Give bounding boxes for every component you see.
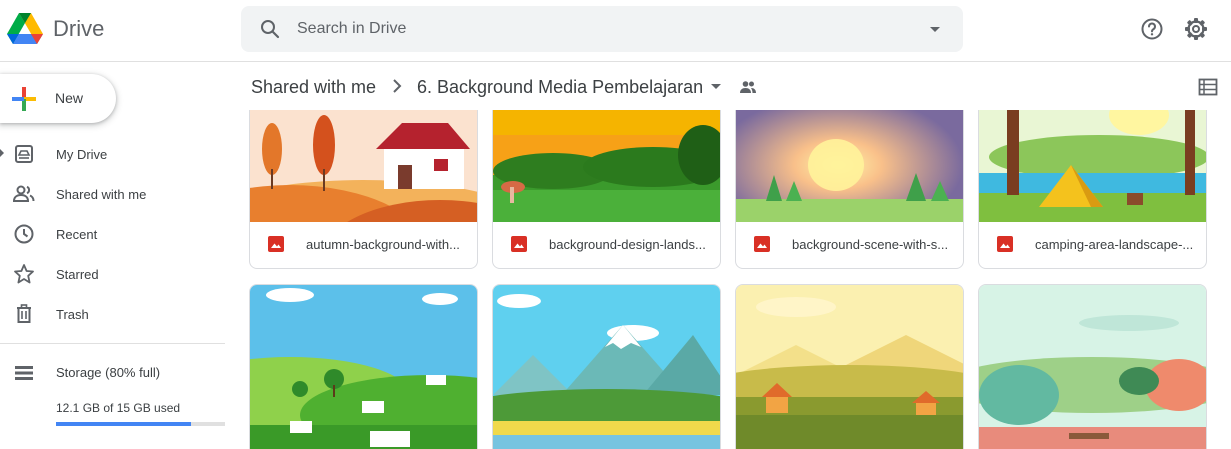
- file-card[interactable]: [249, 284, 478, 449]
- file-thumbnail: [250, 110, 477, 222]
- trash-icon: [17, 304, 31, 323]
- expand-caret-icon[interactable]: [0, 149, 4, 157]
- search-icon[interactable]: [258, 17, 282, 41]
- image-file-icon: [268, 236, 284, 252]
- plus-icon: [12, 87, 36, 111]
- storage-progress-fill: [56, 422, 192, 426]
- sidebar-item-label: Trash: [56, 307, 89, 322]
- file-card[interactable]: autumn-background-with...: [249, 110, 478, 269]
- search-bar[interactable]: [241, 6, 963, 52]
- new-button-label: New: [55, 90, 84, 106]
- file-name: autumn-background-with...: [306, 237, 460, 252]
- search-input[interactable]: [297, 14, 897, 44]
- settings-gear-icon[interactable]: [1182, 15, 1210, 43]
- breadcrumb-current-folder[interactable]: 6. Background Media Pembelajaran: [417, 77, 703, 98]
- file-grid: autumn-background-with... background-des…: [249, 110, 1231, 449]
- search-options-dropdown-icon[interactable]: [923, 17, 947, 41]
- star-icon: [14, 264, 34, 284]
- file-card[interactable]: [978, 284, 1207, 449]
- storage-icon: [15, 366, 33, 380]
- file-name-row: autumn-background-with...: [250, 220, 477, 268]
- file-name: camping-area-landscape-...: [1035, 237, 1194, 252]
- file-card[interactable]: [492, 284, 721, 449]
- file-card[interactable]: camping-area-landscape-...: [978, 110, 1207, 269]
- sidebar-item-trash[interactable]: Trash: [0, 294, 235, 334]
- storage-title: Storage (80% full): [56, 365, 161, 380]
- shared-people-icon: [12, 185, 35, 202]
- file-name: background-scene-with-s...: [792, 237, 949, 252]
- file-name-row: background-design-lands...: [493, 220, 720, 268]
- drive-app: Drive Search in Drive New My Drive Share…: [0, 0, 1231, 449]
- sidebar-item-my-drive[interactable]: My Drive: [0, 134, 235, 174]
- sidebar-nav: My Drive Shared with me Recent Starred T…: [0, 134, 235, 334]
- new-button[interactable]: New: [0, 74, 116, 123]
- file-thumbnail: [250, 285, 477, 449]
- breadcrumb: Shared with me 6. Background Media Pembe…: [241, 62, 1231, 110]
- file-thumbnail: [736, 285, 963, 449]
- file-thumbnail: [493, 285, 720, 449]
- file-card[interactable]: [735, 284, 964, 449]
- list-view-icon[interactable]: [1197, 76, 1219, 98]
- shared-folder-people-icon[interactable]: [738, 77, 758, 97]
- image-file-icon: [754, 236, 770, 252]
- sidebar-item-starred[interactable]: Starred: [0, 254, 235, 294]
- sidebar-item-label: Starred: [56, 267, 99, 282]
- file-name-row: camping-area-landscape-...: [979, 220, 1206, 268]
- file-thumbnail: [493, 110, 720, 222]
- image-file-icon: [997, 236, 1013, 252]
- app-name[interactable]: Drive: [53, 16, 104, 42]
- file-name: background-design-lands...: [549, 237, 706, 252]
- file-card[interactable]: background-design-lands...: [492, 110, 721, 269]
- sidebar-item-recent[interactable]: Recent: [0, 214, 235, 254]
- image-file-icon: [511, 236, 527, 252]
- file-thumbnail: [979, 285, 1206, 449]
- file-name-row: background-scene-with-s...: [736, 220, 963, 268]
- sidebar-divider: [0, 343, 225, 344]
- chevron-right-icon: [393, 79, 402, 93]
- my-drive-icon: [15, 145, 33, 163]
- top-bar: Drive: [0, 0, 1231, 62]
- storage-used-text: 12.1 GB of 15 GB used: [56, 401, 181, 415]
- sidebar-item-label: Recent: [56, 227, 98, 242]
- storage-progress-bar: [56, 422, 225, 426]
- breadcrumb-root[interactable]: Shared with me: [251, 77, 376, 98]
- sidebar-item-label: Shared with me: [56, 187, 147, 202]
- clock-icon: [14, 224, 34, 244]
- file-thumbnail: [736, 110, 963, 222]
- chevron-down-icon[interactable]: [707, 77, 725, 95]
- help-icon[interactable]: [1138, 15, 1166, 43]
- drive-logo-icon[interactable]: [6, 11, 44, 47]
- file-card[interactable]: background-scene-with-s...: [735, 110, 964, 269]
- sidebar-item-label: My Drive: [56, 147, 108, 162]
- file-thumbnail: [979, 110, 1206, 222]
- sidebar-item-shared-with-me[interactable]: Shared with me: [0, 174, 235, 214]
